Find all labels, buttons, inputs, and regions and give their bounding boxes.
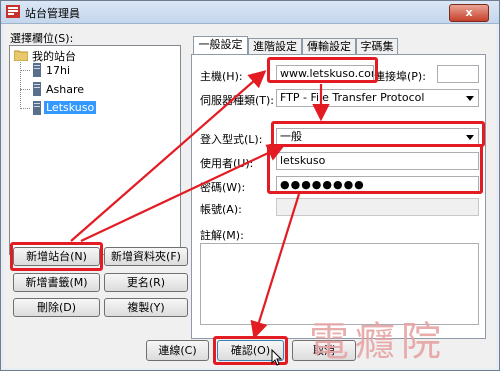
arrow-to-ok: [250, 193, 301, 340]
watermark-text: 電癮院: [309, 319, 447, 365]
site-manager-window: 站台管理員 x 選擇欄位(S): 我的站台 17hi Ashare Letsku…: [0, 0, 500, 371]
arrow-to-host: [70, 70, 267, 242]
arrow-to-user: [80, 144, 285, 242]
